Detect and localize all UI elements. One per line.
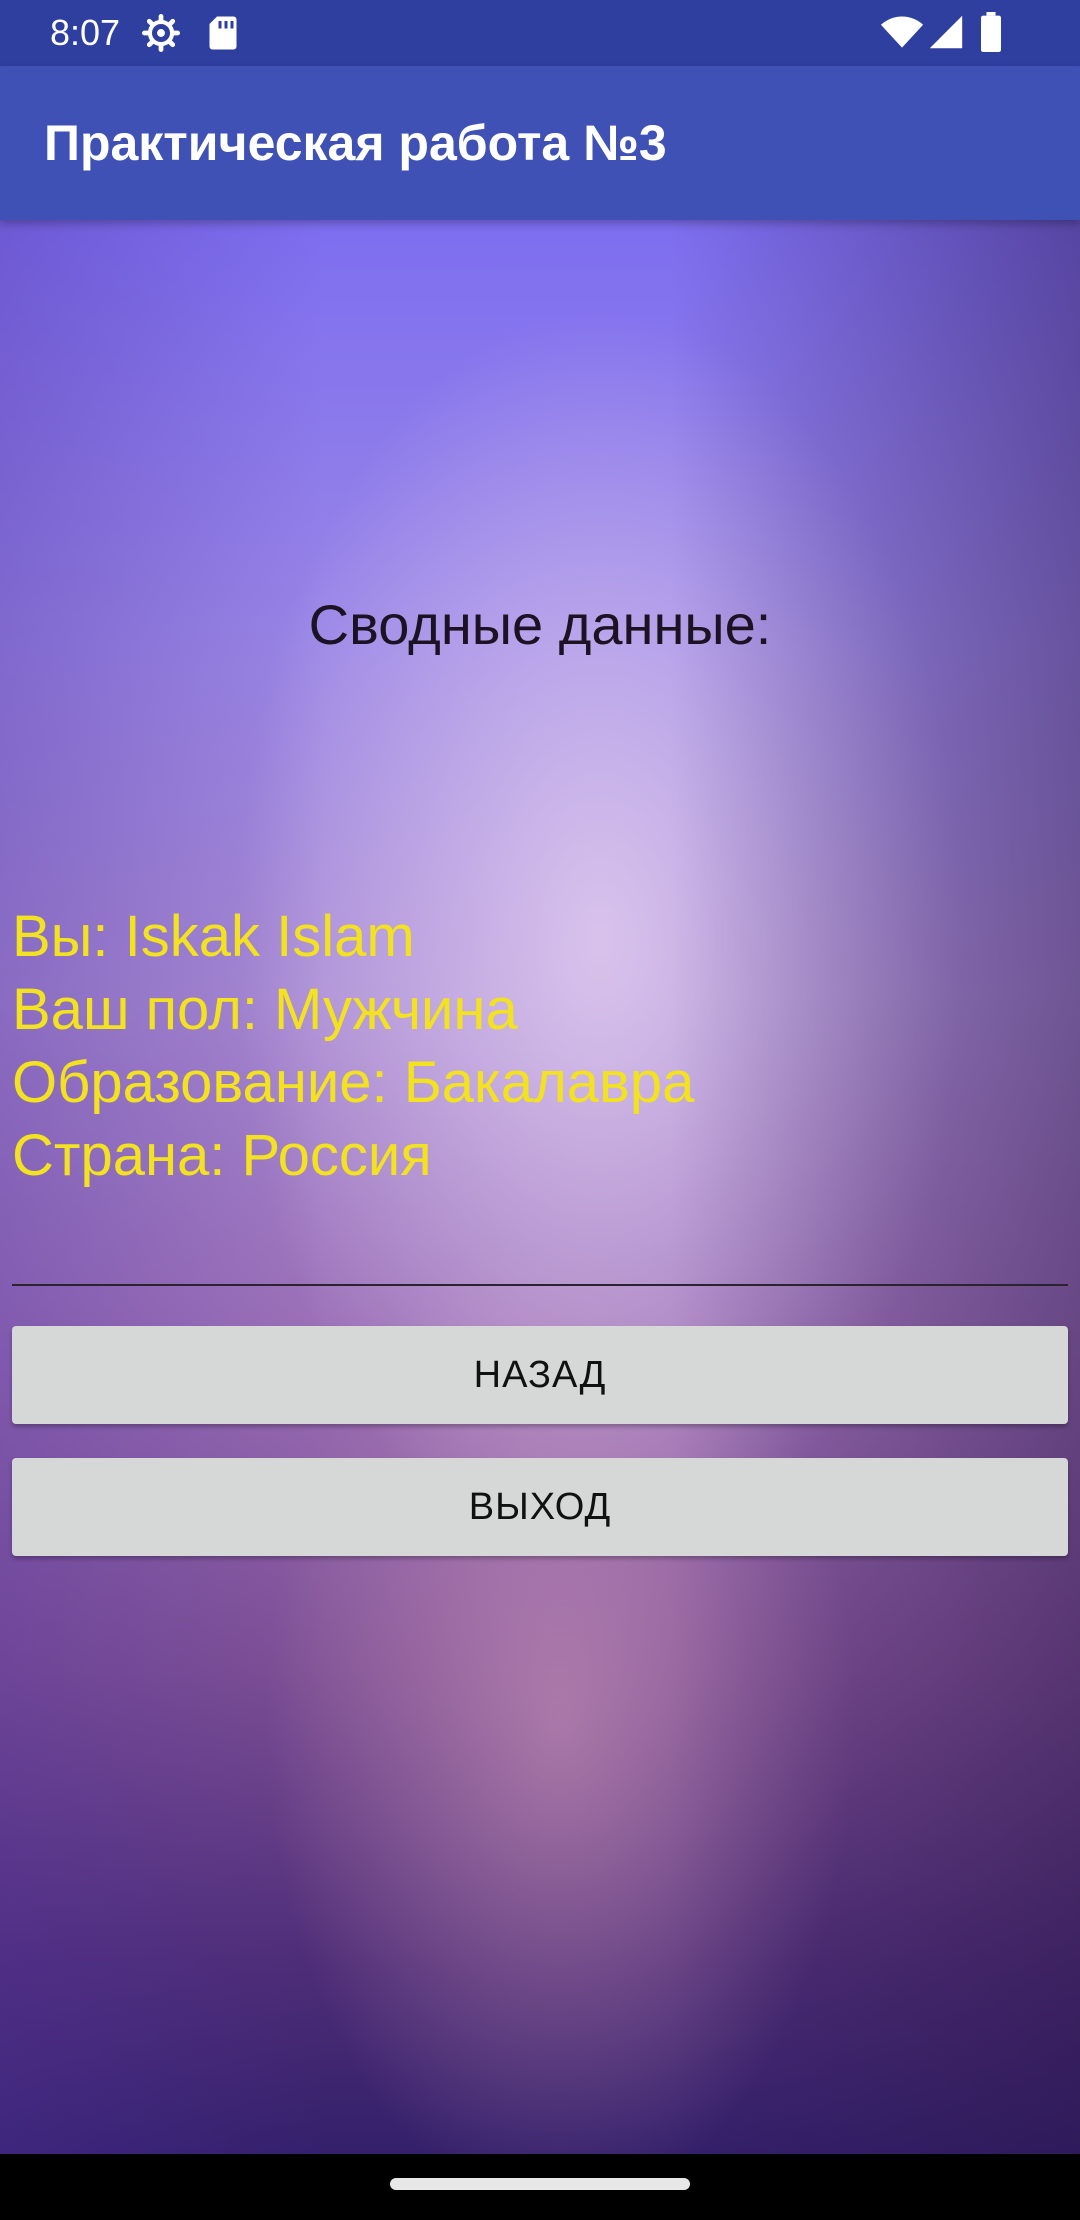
summary-country: Страна: Россия bbox=[12, 1123, 432, 1188]
sd-card-icon bbox=[208, 14, 238, 57]
signal-icon bbox=[928, 14, 964, 55]
screen: 8:07 Практическая работа №3 Сводные данн… bbox=[0, 0, 1080, 2220]
app-title: Практическая работа №3 bbox=[44, 115, 667, 171]
back-button[interactable]: НАЗАД bbox=[12, 1326, 1068, 1424]
summary-lines: Вы: Iskak Islam Ваш пол: Мужчина Образов… bbox=[12, 900, 694, 1192]
summary-title: Сводные данные: bbox=[308, 593, 772, 656]
summary-education: Образование: Бакалавра bbox=[12, 1050, 695, 1115]
status-bar: 8:07 bbox=[0, 0, 1080, 66]
exit-button[interactable]: ВЫХОД bbox=[12, 1458, 1068, 1556]
battery-icon bbox=[980, 12, 1002, 57]
divider bbox=[12, 1284, 1068, 1286]
summary-name: Вы: Iskak Islam bbox=[12, 904, 415, 969]
status-time: 8:07 bbox=[50, 12, 121, 53]
navigation-bar bbox=[0, 2154, 1080, 2220]
summary-gender: Ваш пол: Мужчина bbox=[12, 977, 518, 1042]
wifi-icon bbox=[880, 16, 924, 55]
home-handle[interactable] bbox=[390, 2178, 690, 2190]
gear-icon bbox=[142, 14, 180, 57]
app-bar: Практическая работа №3 bbox=[0, 66, 1080, 220]
